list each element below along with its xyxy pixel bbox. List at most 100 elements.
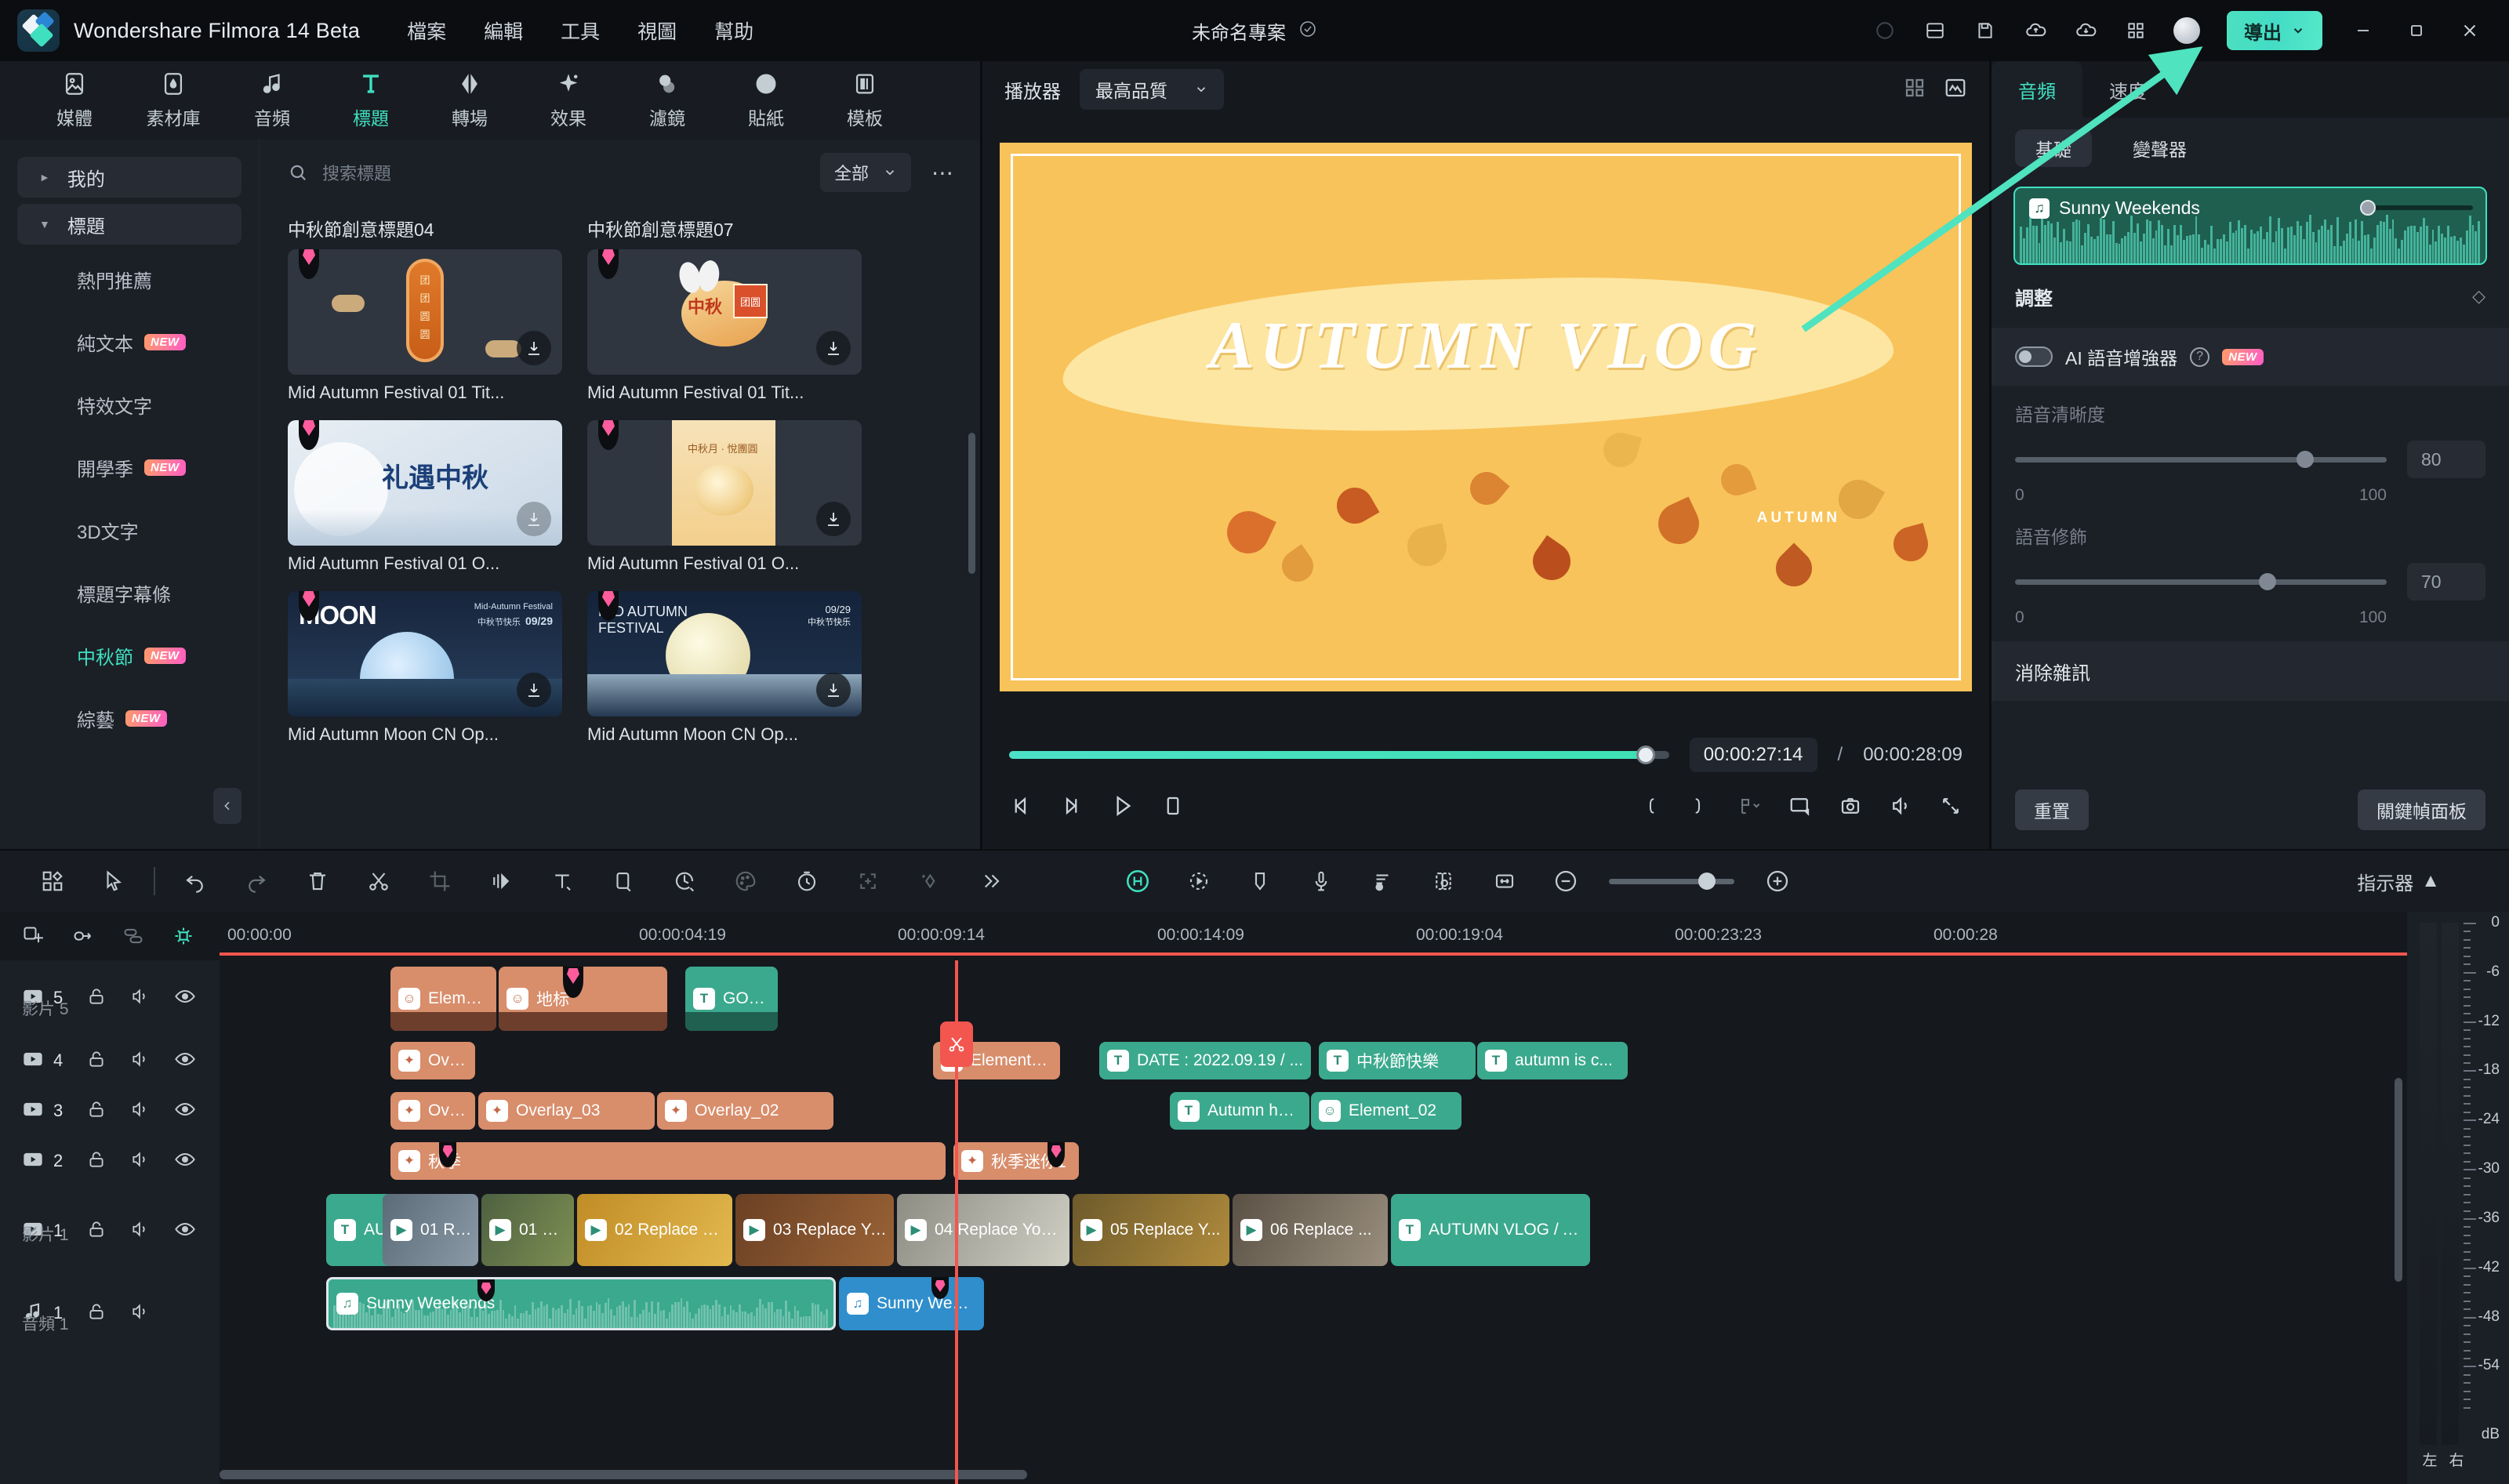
maximize-button[interactable] — [2393, 11, 2440, 50]
download-icon[interactable] — [517, 331, 551, 365]
timeline-clip[interactable]: T DATE : 2022.09.19 / ... — [1099, 1042, 1311, 1079]
camera-icon[interactable] — [1839, 794, 1862, 818]
playhead[interactable] — [940, 960, 973, 1484]
audio-detach-icon[interactable] — [470, 858, 532, 905]
sidebar-item-lower-third[interactable]: 標題字幕條 — [0, 561, 259, 624]
close-button[interactable] — [2446, 11, 2493, 50]
more-options-icon[interactable]: ⋯ — [925, 160, 961, 186]
timeline-clip[interactable]: T 中秋節快樂 — [1319, 1042, 1476, 1079]
zoom-in-icon[interactable] — [1747, 858, 1808, 905]
ai-voice-enhancer-toggle[interactable] — [2015, 347, 2053, 367]
lock-icon[interactable] — [86, 1049, 107, 1073]
tab-stock[interactable]: 素材庫 — [124, 71, 223, 130]
download-icon[interactable] — [517, 502, 551, 536]
timeline-clip[interactable]: T GOLDE... — [685, 967, 778, 1031]
volume-icon[interactable] — [1889, 794, 1912, 818]
download-icon[interactable] — [517, 673, 551, 707]
tab-title[interactable]: 標題 — [321, 71, 420, 130]
cloud-download-icon[interactable] — [2064, 10, 2108, 51]
timeline-clip[interactable]: ✦ Overlay... — [390, 1042, 475, 1079]
mark-in-icon[interactable] — [1641, 794, 1661, 818]
template-thumbnail[interactable]: MOON Mid-Autumn Festival 中秋节快乐 09/29 — [288, 591, 562, 717]
tab-transition[interactable]: 轉場 — [420, 71, 519, 130]
crop-icon[interactable] — [409, 858, 470, 905]
sidebar-item-effect-text[interactable]: 特效文字 — [0, 373, 259, 436]
collapse-sidebar-button[interactable] — [213, 788, 241, 824]
merge-icon[interactable] — [122, 925, 144, 947]
video-canvas[interactable]: AUTUMN VLOG AUTUMN — [1000, 142, 1972, 691]
tab-media[interactable]: 媒體 — [25, 71, 124, 130]
menu-item-help[interactable]: 幫助 — [714, 16, 753, 45]
duration-icon[interactable] — [776, 858, 837, 905]
stop-icon[interactable] — [1161, 794, 1185, 818]
playhead-split-icon[interactable] — [940, 1021, 973, 1067]
help-icon[interactable]: ? — [2190, 347, 2210, 367]
timeline-clip[interactable]: ▶ 03 Replace Your ... — [735, 1194, 894, 1266]
resource-scrollbar[interactable] — [968, 433, 975, 574]
noise-removal-section[interactable]: 消除雜訊 — [1992, 641, 2509, 701]
category-group-mine[interactable]: ► 我的 — [17, 157, 241, 198]
filter-dropdown[interactable]: 全部 — [819, 153, 911, 192]
visibility-icon[interactable] — [174, 1148, 196, 1174]
subtab-voice-changer[interactable]: 變聲器 — [2112, 129, 2207, 167]
menu-item-file[interactable]: 檔案 — [407, 16, 446, 45]
tab-effects[interactable]: 效果 — [519, 71, 618, 130]
mute-icon[interactable] — [130, 986, 151, 1010]
keyframe-icon[interactable] — [899, 858, 960, 905]
redo-icon[interactable] — [226, 858, 287, 905]
apps-grid-icon[interactable] — [2114, 10, 2158, 51]
magnet-icon[interactable] — [172, 925, 194, 947]
timeline-clip[interactable]: ▶ 04 Replace Your Video — [897, 1194, 1069, 1266]
tab-speed-properties[interactable]: 速度 — [2082, 61, 2173, 118]
mute-icon[interactable] — [130, 1301, 151, 1326]
timeline-clip[interactable]: ♫ Sunny Weekends — [326, 1277, 836, 1330]
speech-clarity-slider[interactable] — [2015, 451, 2387, 468]
timeline-clip[interactable]: T AUTUMN VLOG / A... — [1391, 1194, 1590, 1266]
menu-item-tools[interactable]: 工具 — [561, 16, 600, 45]
mute-icon[interactable] — [130, 1149, 151, 1174]
menu-item-edit[interactable]: 編輯 — [484, 16, 523, 45]
tab-template[interactable]: 模板 — [815, 71, 914, 130]
ai-tools-icon[interactable] — [1107, 858, 1168, 905]
timeline-clip[interactable]: ▶ 06 Replace ... — [1233, 1194, 1388, 1266]
sidebar-item-mid-autumn[interactable]: 中秋節 NEW — [0, 624, 259, 687]
marker-icon[interactable] — [1229, 858, 1291, 905]
minimize-button[interactable] — [2340, 11, 2387, 50]
split-icon[interactable] — [348, 858, 409, 905]
snapshot-dropdown-icon[interactable] — [1735, 794, 1762, 818]
canvas-selection-box[interactable] — [1011, 153, 1961, 680]
mic-record-icon[interactable] — [1291, 858, 1352, 905]
timeline-lanes[interactable]: ☺ Element... ☺ 地标 T GOLDE... — [220, 960, 2407, 1484]
export-button[interactable]: 導出 — [2227, 11, 2322, 50]
sidebar-item-variety[interactable]: 綜藝 NEW — [0, 687, 259, 749]
timeline-clip[interactable]: ✦ 秋季迷你1 — [953, 1142, 1079, 1180]
timeline-clip[interactable]: ☺ 地标 — [499, 967, 667, 1031]
fit-timeline-icon[interactable] — [1474, 858, 1535, 905]
link-icon[interactable] — [72, 925, 94, 947]
delete-icon[interactable] — [287, 858, 348, 905]
tab-audio[interactable]: 音頻 — [223, 71, 321, 130]
template-thumbnail[interactable]: MID AUTUMN FESTIVAL 09/29 中秋节快乐 — [587, 591, 862, 717]
speech-clarity-value[interactable]: 80 — [2407, 441, 2485, 478]
lock-icon[interactable] — [86, 1301, 107, 1326]
speed-icon[interactable] — [654, 858, 715, 905]
sidebar-item-popular[interactable]: 熱門推薦 — [0, 248, 259, 310]
audio-ducking-icon[interactable] — [1352, 858, 1413, 905]
rect-mask-icon[interactable] — [593, 858, 654, 905]
cloud-upload-icon[interactable] — [2013, 10, 2057, 51]
prev-frame-icon[interactable] — [1009, 794, 1033, 818]
download-icon[interactable] — [816, 502, 851, 536]
template-thumbnail[interactable]: 团团圆圆 — [288, 249, 562, 375]
motion-tracking-icon[interactable] — [1168, 858, 1229, 905]
timeline-clip[interactable]: ✦ Overlay_02 — [657, 1092, 833, 1130]
sidebar-item-back-to-school[interactable]: 開學季 NEW — [0, 436, 259, 499]
lock-icon[interactable] — [86, 986, 107, 1010]
template-thumbnail[interactable]: 中秋月 · 悅團圓 — [587, 420, 862, 546]
download-icon[interactable] — [816, 331, 851, 365]
mark-out-icon[interactable] — [1688, 794, 1708, 818]
timeline-clip[interactable]: ☺ Element_02 — [1311, 1092, 1461, 1130]
scope-icon[interactable] — [1944, 76, 1967, 103]
fullscreen-icon[interactable] — [1939, 794, 1963, 818]
timeline-clip[interactable]: ▶ 02 Replace You... — [577, 1194, 732, 1266]
tab-sticker[interactable]: 貼紙 — [717, 71, 815, 130]
